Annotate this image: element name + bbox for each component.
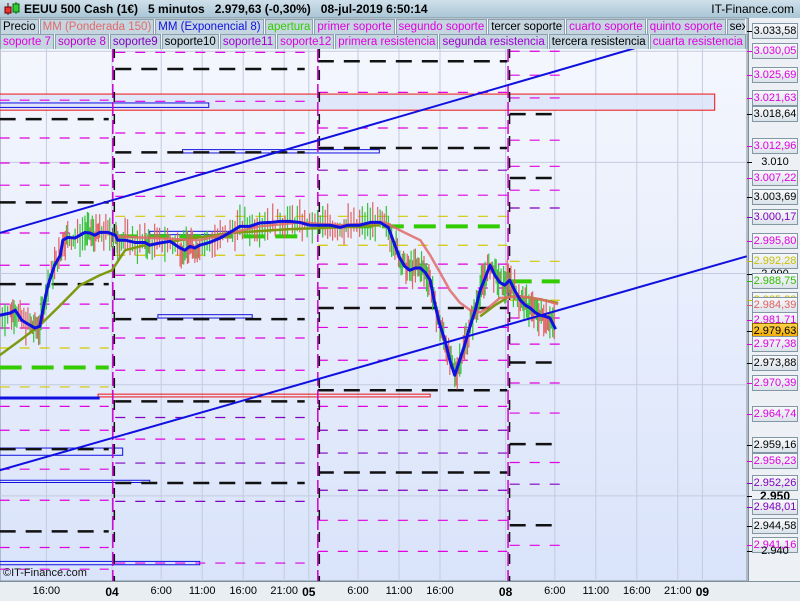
legend-item[interactable]: MM (Exponencial 8)	[155, 19, 264, 34]
legend-item[interactable]: tercera resistencia	[548, 34, 649, 49]
time-axis-day-label: 04	[105, 585, 119, 599]
time-axis-label: 16:00	[426, 585, 454, 597]
time-axis-day-label: 05	[302, 585, 316, 599]
price-label: 2.977,38	[752, 335, 798, 352]
time-axis-label: 11:00	[188, 585, 216, 597]
price-label: 3.025,69	[752, 67, 798, 84]
time-axis-label: 21:00	[664, 585, 692, 597]
legend-row-1: Precio MM (Ponderada 150) MM (Exponencial …	[0, 19, 745, 34]
price-label: 2.956,23	[752, 453, 798, 470]
price-chart[interactable]	[0, 0, 800, 600]
legend-item[interactable]: segunda resistencia	[439, 34, 548, 49]
price-label: 3.007,22	[752, 169, 798, 186]
copyright-text: ©IT-Finance.com	[3, 567, 87, 579]
price-label: 3.018,64	[752, 106, 798, 123]
price-label: 3.030,05	[752, 43, 798, 59]
legend-item[interactable]: quinto soporte	[646, 19, 726, 34]
legend-item[interactable]: soporte11	[219, 34, 277, 49]
time-axis-day-label: 09	[695, 585, 710, 599]
price-label: 2.948,01	[752, 498, 798, 515]
price-label: 3.003,69	[752, 189, 798, 206]
time-axis-day-label: 08	[498, 585, 513, 599]
time-axis-label: 6:00	[347, 585, 369, 597]
price-label: 3.021,63	[752, 89, 798, 106]
legend-item[interactable]: tercer soporte	[488, 19, 566, 34]
price-label: 2.973,88	[752, 355, 798, 372]
legend-item[interactable]: soporte 7	[0, 34, 54, 49]
legend-row-2: soporte 7 soporte 8 soporte9 soporte10 sopor…	[0, 34, 748, 49]
time-axis-label: 11:00	[582, 585, 610, 597]
price-label: 3.012,96	[752, 137, 798, 154]
time-axis-label: 6:00	[150, 585, 172, 597]
time-axis-label: 16:00	[32, 585, 61, 597]
legend-item[interactable]: cuarta resistencia	[649, 34, 746, 49]
legend-item[interactable]: Precio	[0, 19, 39, 34]
legend-item[interactable]: soporte 8	[54, 34, 109, 49]
legend-item[interactable]: primera resistencia	[335, 34, 439, 49]
price-label: 2.984,39	[752, 296, 798, 313]
price-label: 2.970,39	[752, 374, 798, 391]
legend-item[interactable]: apertura	[264, 19, 314, 34]
price-label: 2.988,75	[752, 272, 798, 289]
price-label: 3.033,58	[752, 23, 798, 40]
legend-item[interactable]: cuarto soporte	[566, 19, 646, 34]
price-label: 2.944,58	[752, 517, 798, 534]
price-label: 3.000,17	[752, 209, 798, 226]
legend-item[interactable]: segundo soporte	[395, 19, 488, 34]
legend-item[interactable]: soporte9	[109, 34, 161, 49]
time-axis-label: 21:00	[270, 585, 298, 597]
price-label: 3.010	[761, 156, 789, 169]
time-axis-label: 16:00	[229, 585, 257, 597]
legend-item[interactable]: primer soporte	[314, 19, 395, 34]
legend-item[interactable]: soporte10	[161, 34, 219, 49]
time-axis-label: 6:00	[544, 585, 566, 597]
legend-item[interactable]: quinta resistencia	[746, 34, 748, 49]
price-label: 2.964,74	[752, 405, 798, 422]
price-label: 2.959,16	[752, 436, 798, 453]
time-axis-label: 11:00	[385, 585, 413, 597]
legend-item[interactable]: soporte12	[277, 34, 335, 49]
legend-item[interactable]: MM (Ponderada 150)	[39, 19, 155, 34]
time-axis-label: 16:00	[623, 585, 651, 597]
price-label: 2.995,80	[752, 233, 798, 250]
price-label: 2.940	[761, 545, 789, 558]
legend-item[interactable]: sexto soporte	[726, 19, 745, 34]
